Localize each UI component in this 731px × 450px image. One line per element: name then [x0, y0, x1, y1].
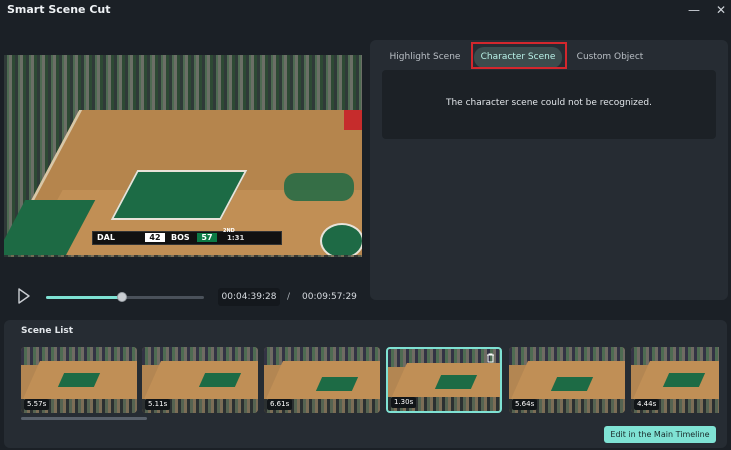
- game-clock: 1:31: [227, 234, 245, 242]
- playback-scrubber-handle[interactable]: [116, 292, 127, 302]
- tab-custom-object[interactable]: Custom Object: [568, 47, 652, 68]
- team-a-name: DAL: [97, 233, 115, 242]
- floor-logo: [284, 173, 354, 201]
- scorebug: DAL 42 BOS 57 2ND 1:31: [92, 228, 282, 245]
- scene-thumbnail-selected[interactable]: 1.30s: [386, 347, 502, 413]
- play-icon[interactable]: [17, 288, 31, 304]
- arena-ad: [344, 110, 362, 130]
- scene-duration: 6.61s: [267, 399, 293, 410]
- scene-list-scrollbar[interactable]: [21, 417, 147, 420]
- team-a-score: 42: [145, 233, 165, 242]
- scene-thumbnail[interactable]: 6.61s: [264, 347, 380, 413]
- thumb-paint: [57, 373, 101, 387]
- edit-in-main-timeline-button[interactable]: Edit in the Main Timeline: [604, 426, 716, 443]
- bench-area: [4, 255, 362, 257]
- playback-progress-fill: [46, 296, 122, 299]
- scene-thumbnail[interactable]: 5.11s: [142, 347, 258, 413]
- scene-duration: 4.44s: [634, 399, 660, 410]
- selection-outline: [471, 42, 567, 69]
- total-duration: 00:09:57:29: [302, 292, 357, 302]
- result-message-box: The character scene could not be recogni…: [382, 70, 716, 139]
- close-button[interactable]: ✕: [713, 2, 729, 18]
- thumb-paint: [315, 377, 359, 391]
- scene-thumbnails[interactable]: 5.57s 5.11s 6.61s 1.30s 5.64s 4.44s: [21, 347, 719, 415]
- minimize-button[interactable]: —: [686, 2, 702, 18]
- tab-highlight-scene[interactable]: Highlight Scene: [382, 47, 468, 68]
- scene-duration: 5.57s: [24, 399, 50, 410]
- scene-thumbnail[interactable]: 5.57s: [21, 347, 137, 413]
- title-bar: Smart Scene Cut — ✕: [0, 0, 731, 22]
- current-time: 00:04:39:28: [218, 288, 280, 306]
- result-message: The character scene could not be recogni…: [445, 98, 653, 108]
- thumb-paint: [434, 375, 478, 389]
- thumb-paint: [550, 377, 594, 391]
- scene-list-panel: Scene List 5.57s 5.11s 6.61s 1.30s 5.64s…: [4, 320, 727, 448]
- window-title: Smart Scene Cut: [7, 3, 111, 16]
- thumb-paint: [662, 373, 706, 387]
- scene-duration: 1.30s: [391, 397, 417, 408]
- team-b-name: BOS: [171, 233, 190, 242]
- time-separator: /: [287, 292, 291, 302]
- playback-progress-bar[interactable]: [46, 292, 204, 302]
- center-court-logo: [320, 223, 362, 257]
- scene-type-panel: Highlight Scene Character Scene Custom O…: [370, 40, 728, 300]
- team-b-score: 57: [197, 233, 217, 242]
- thumb-paint: [198, 373, 242, 387]
- scene-list-title: Scene List: [21, 326, 74, 336]
- scene-duration: 5.11s: [145, 399, 171, 410]
- trash-icon[interactable]: [486, 353, 495, 363]
- scene-thumbnail[interactable]: 4.44s: [631, 347, 719, 413]
- scene-duration: 5.64s: [512, 399, 538, 410]
- scene-thumbnail[interactable]: 5.64s: [509, 347, 625, 413]
- video-preview[interactable]: DAL 42 BOS 57 2ND 1:31: [4, 55, 362, 257]
